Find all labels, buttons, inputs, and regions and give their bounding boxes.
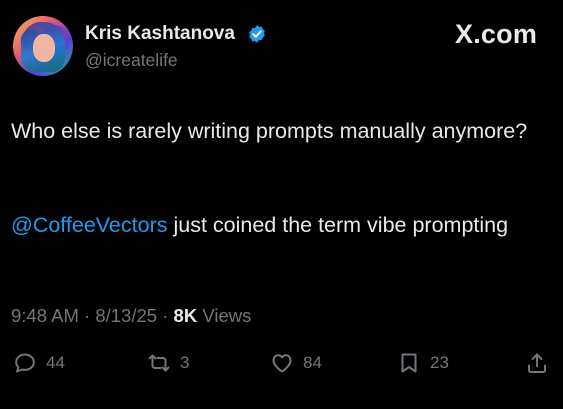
tweet-meta: 9:48 AM · 8/13/25 · 8K Views <box>11 305 251 327</box>
bookmark-count: 23 <box>430 353 449 372</box>
share-icon <box>528 353 546 373</box>
tweet-text-line2: @CoffeeVectors just coined the term vibe… <box>11 210 531 241</box>
retweet-button[interactable]: 3 <box>147 346 189 380</box>
like-count: 84 <box>303 353 322 372</box>
author-name[interactable]: Kris Kashtanova <box>85 23 235 45</box>
like-icon <box>272 354 292 373</box>
bookmark-icon <box>401 353 417 373</box>
site-logo: X.com <box>455 19 538 49</box>
avatar[interactable] <box>13 16 73 76</box>
tweet-text-line1: Who else is rarely writing prompts manua… <box>11 119 528 143</box>
reply-button[interactable]: 44 <box>13 346 65 380</box>
retweet-icon <box>148 354 170 372</box>
bookmark-button[interactable]: 23 <box>397 346 449 380</box>
action-bar: 44 3 84 23 <box>0 346 563 380</box>
views-label: Views <box>197 305 252 326</box>
meta-separator-2: · <box>157 305 174 326</box>
tweet-text-rest: just coined the term vibe prompting <box>167 213 509 237</box>
meta-separator: · <box>78 305 96 326</box>
share-button[interactable] <box>525 346 549 380</box>
author-handle[interactable]: @icreatelife <box>85 50 178 71</box>
mention-link[interactable]: @CoffeeVectors <box>11 213 167 237</box>
reply-icon <box>15 353 35 373</box>
tweet-time[interactable]: 9:48 AM <box>11 305 79 326</box>
retweet-count: 3 <box>180 353 190 372</box>
tweet-date[interactable]: 8/13/25 <box>95 305 157 326</box>
like-button[interactable]: 84 <box>270 346 322 380</box>
views-count: 8K <box>173 305 198 326</box>
verified-icon <box>249 25 265 43</box>
avatar-face <box>33 34 55 62</box>
reply-count: 44 <box>46 353 65 372</box>
